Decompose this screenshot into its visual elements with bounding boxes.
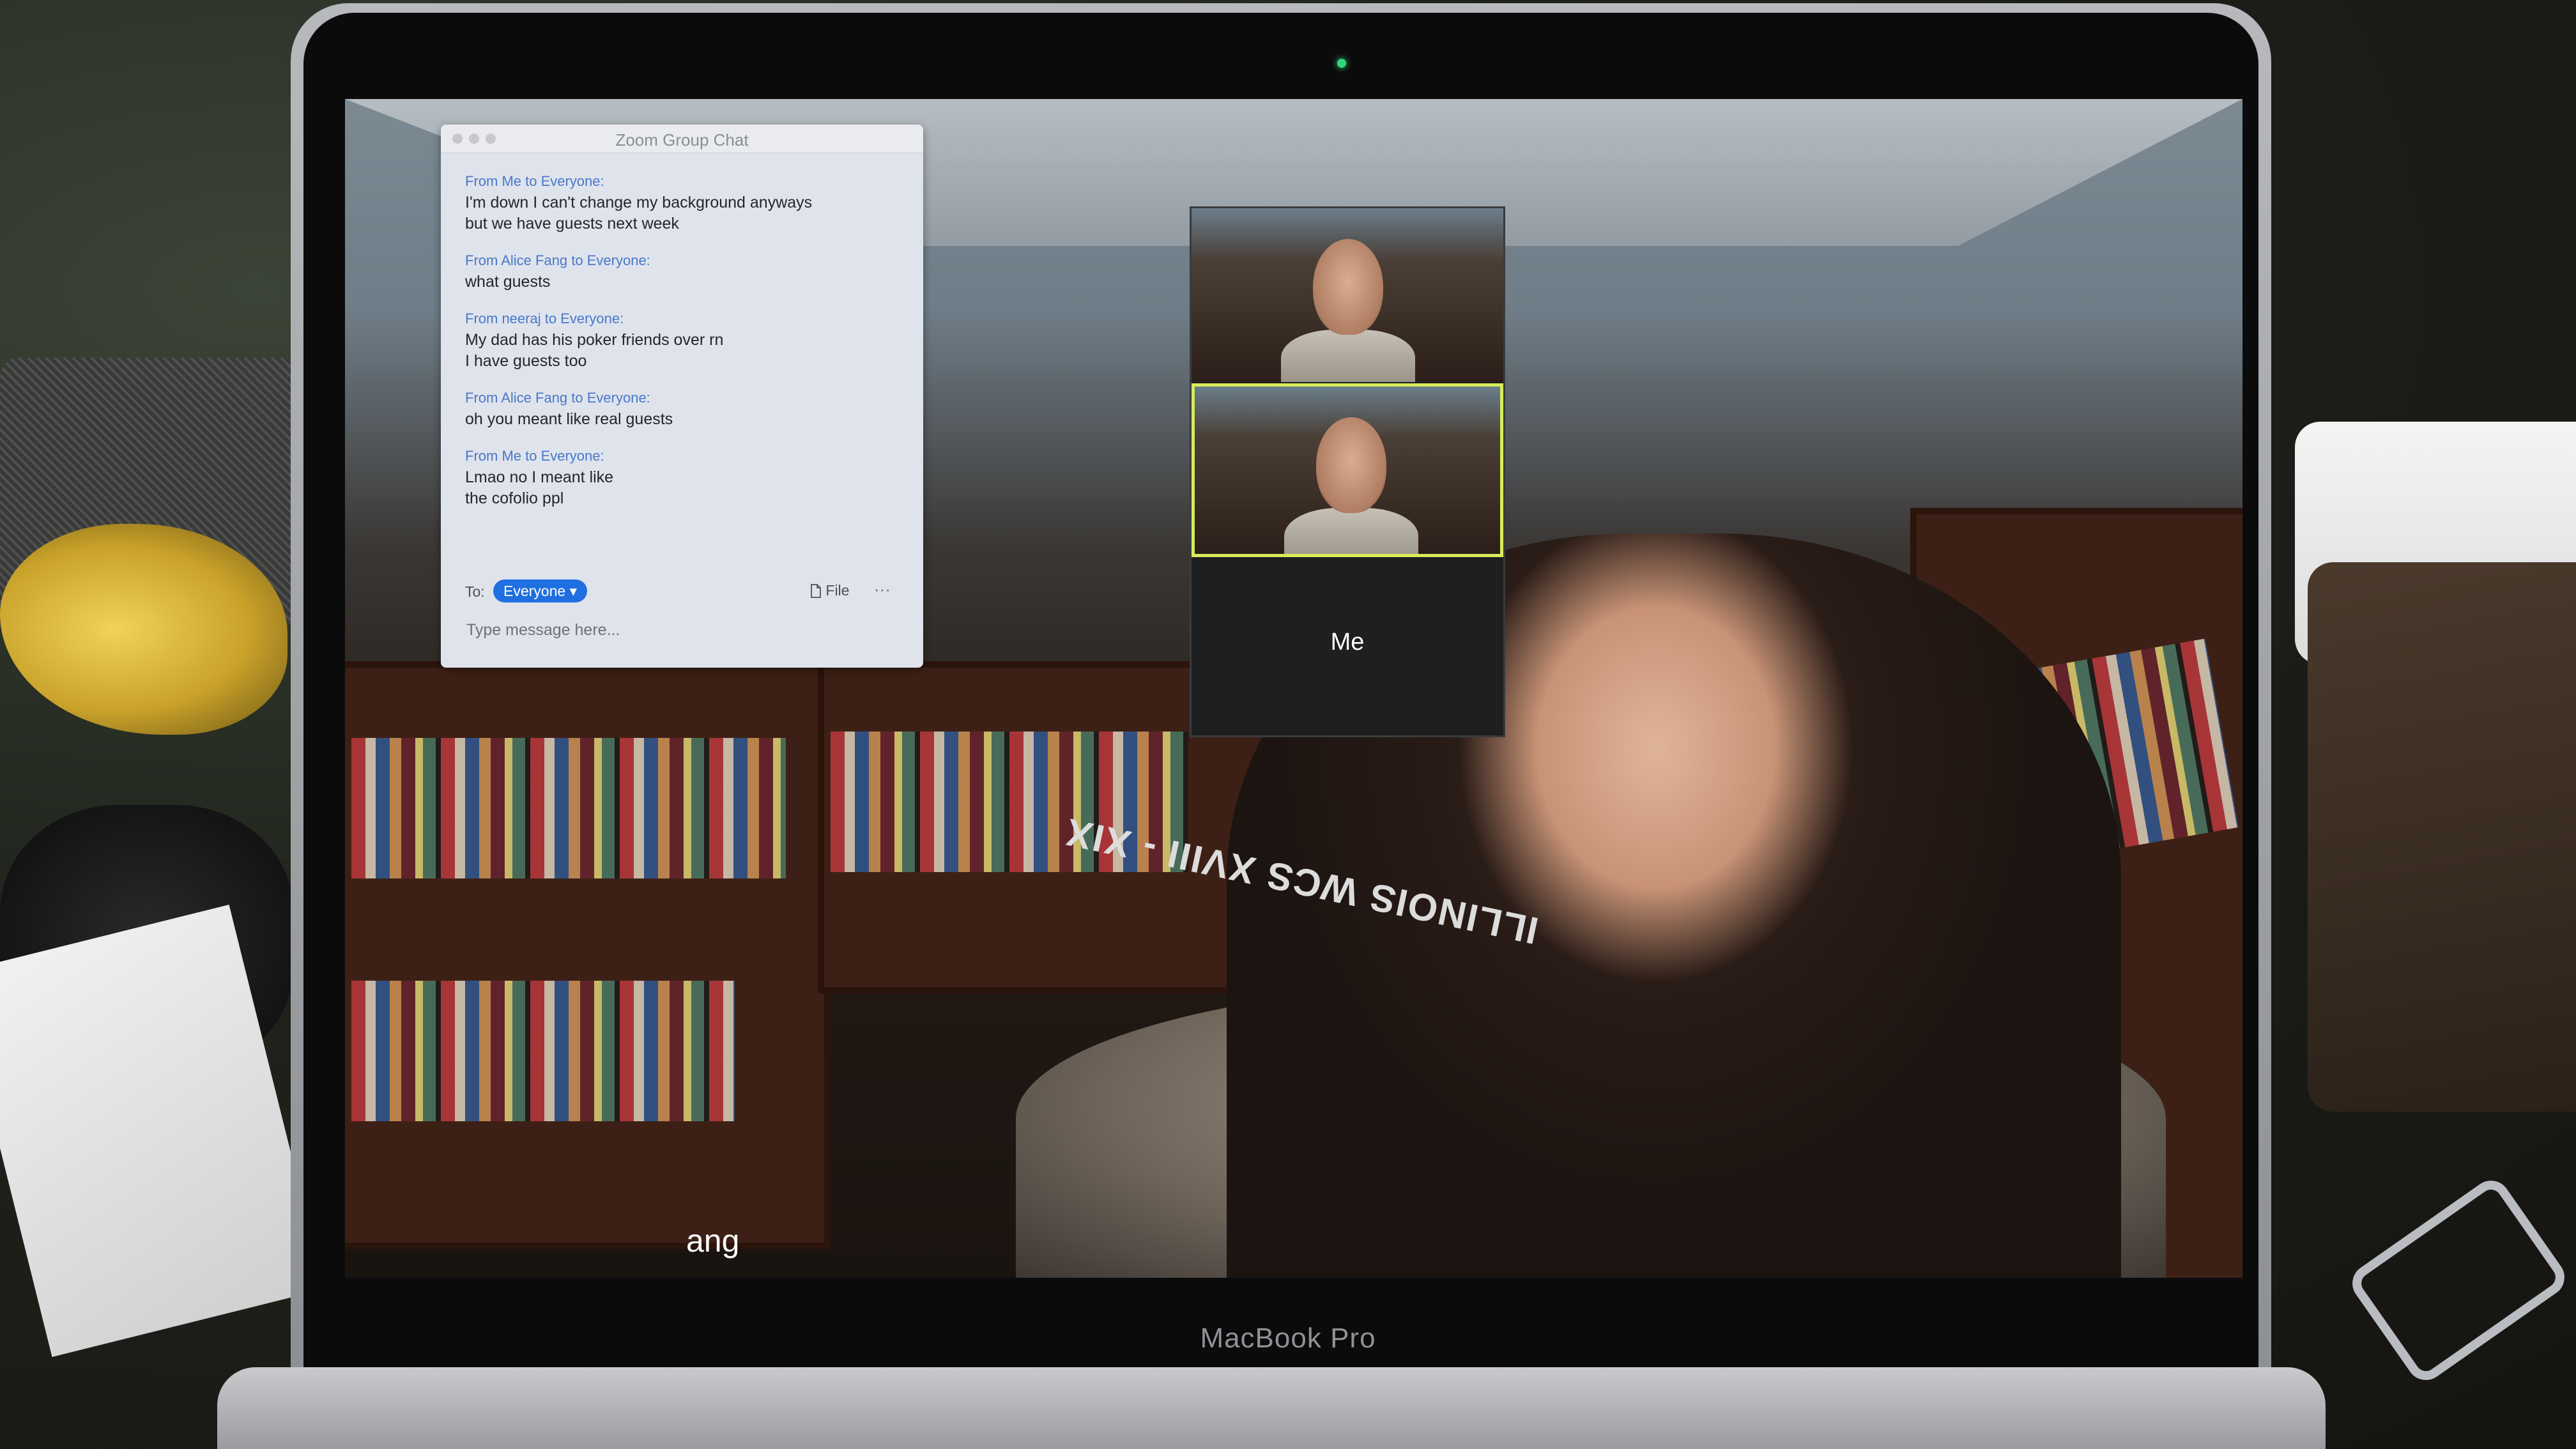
message-text: I have guests too [465, 352, 587, 370]
message-sender: From neeraj to Everyone: [465, 310, 624, 326]
chat-message: From neeraj to Everyone: My dad has his … [465, 310, 900, 372]
self-video-label: Me [1330, 629, 1365, 656]
message-sender: From Alice Fang to Everyone: [465, 390, 650, 406]
message-text: I'm down I can't change my background an… [465, 194, 813, 211]
recipient-label: To: [465, 583, 485, 600]
file-button[interactable]: File [810, 582, 849, 599]
message-text: what guests [465, 273, 551, 291]
message-text: but we have guests next week [465, 215, 679, 233]
message-text: My dad has his poker friends over rn [465, 331, 724, 349]
message-sender: From Me to Everyone: [465, 173, 604, 189]
message-text: Lmao no I meant like [465, 468, 614, 486]
document-icon [811, 584, 821, 598]
speaker-name-tag: ang [686, 1223, 740, 1259]
recipient-dropdown[interactable]: Everyone ▾ [493, 579, 588, 602]
active-speaker-video-tile[interactable] [1192, 383, 1503, 557]
chat-titlebar[interactable]: Zoom Group Chat [441, 125, 923, 153]
message-sender: From Alice Fang to Everyone: [465, 252, 650, 268]
zoom-group-chat-window[interactable]: Zoom Group Chat From Me to Everyone: I'm… [441, 125, 923, 668]
books-row-2 [351, 981, 735, 1121]
more-options-button[interactable]: ··· [874, 579, 891, 599]
chat-message: From Alice Fang to Everyone: oh you mean… [465, 390, 900, 430]
chat-message: From Me to Everyone: I'm down I can't ch… [465, 173, 900, 234]
message-sender: From Me to Everyone: [465, 448, 604, 464]
photo-scene: ILLINOIS WCS XVIII - XIX ang Zoom Group … [0, 0, 2576, 1449]
chat-footer: To: Everyone ▾ File ··· [465, 579, 906, 605]
desk-glasses [2345, 1173, 2572, 1388]
chat-message: From Me to Everyone: Lmao no I meant lik… [465, 448, 900, 509]
chat-window-title: Zoom Group Chat [615, 130, 749, 150]
books-row-1 [351, 738, 786, 878]
participant-body [1281, 330, 1415, 382]
webcam-indicator [1337, 59, 1346, 68]
file-button-label: File [825, 582, 850, 599]
message-input[interactable] [465, 615, 877, 645]
desk-handbag [2308, 562, 2576, 1112]
chat-message-list: From Me to Everyone: I'm down I can't ch… [465, 173, 900, 527]
self-video-tile[interactable]: Me [1192, 557, 1503, 733]
participant-face [1313, 239, 1383, 335]
message-text: the cofolio ppl [465, 489, 564, 507]
laptop-base [217, 1367, 2326, 1449]
message-text: oh you meant like real guests [465, 410, 673, 428]
participant-thumbnail-strip: Me [1190, 206, 1505, 737]
chat-message: From Alice Fang to Everyone: what guests [465, 252, 900, 293]
participant-body [1284, 508, 1418, 554]
participant-face [1316, 417, 1386, 513]
participant-video-tile[interactable] [1192, 208, 1503, 382]
laptop-brand-label: MacBook Pro [1200, 1322, 1376, 1354]
